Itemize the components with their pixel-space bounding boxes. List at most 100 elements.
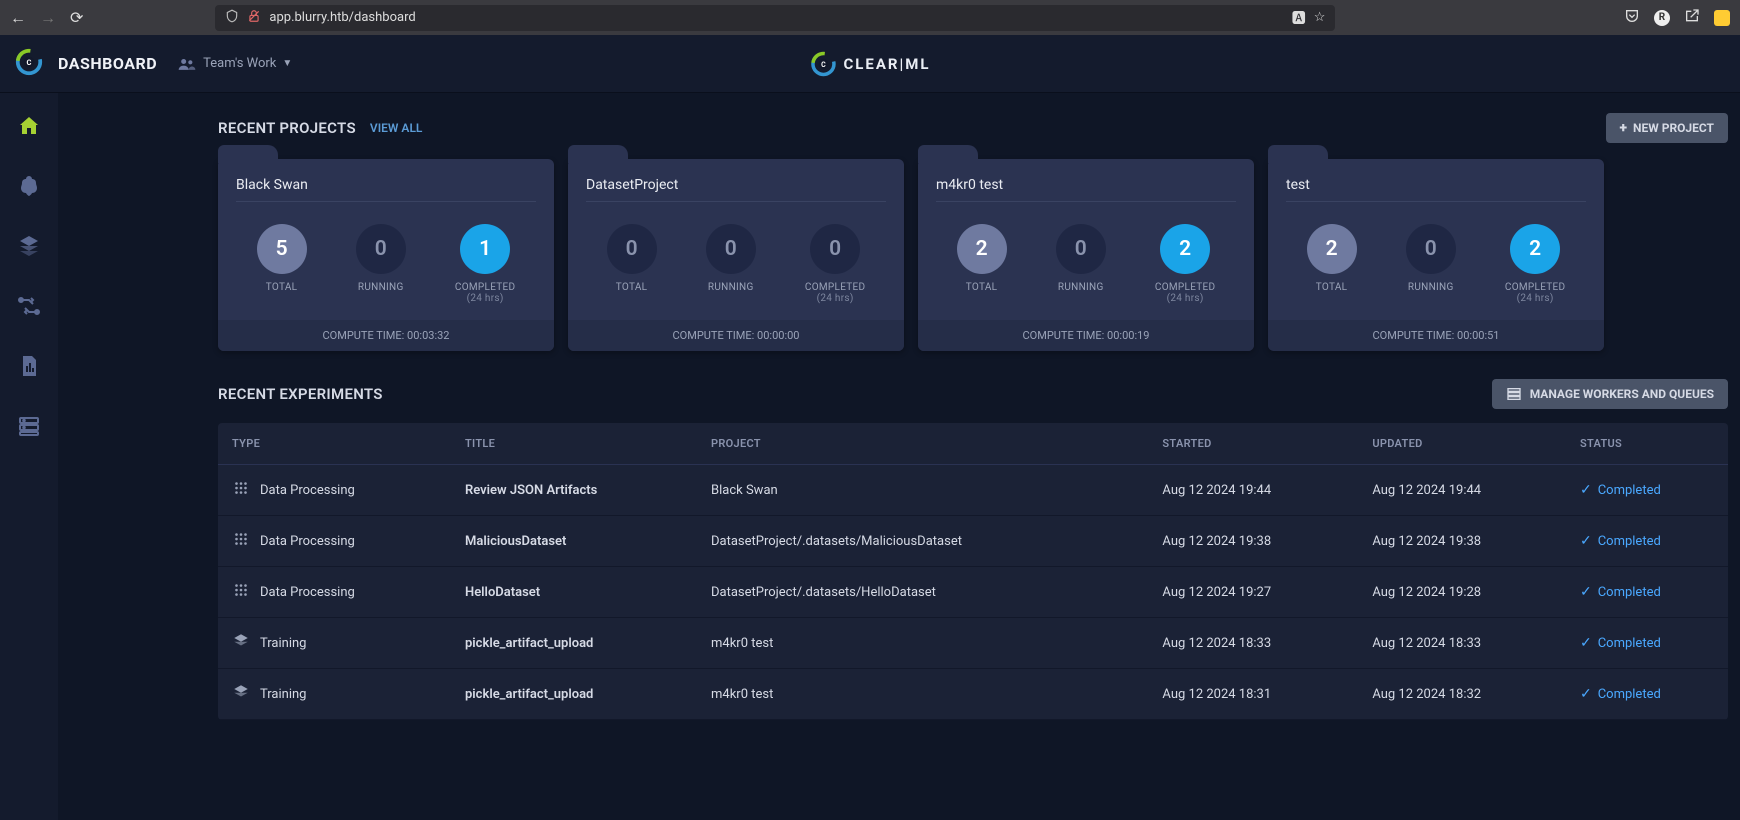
table-row[interactable]: Data Processing Review JSON Artifacts Bl… [218, 465, 1728, 516]
project-running-count: 0 [356, 224, 406, 274]
project-running-count: 0 [706, 224, 756, 274]
project-total-count: 0 [607, 224, 657, 274]
col-title[interactable]: TITLE [455, 423, 701, 465]
table-row[interactable]: Training pickle_artifact_upload m4kr0 te… [218, 669, 1728, 720]
col-type[interactable]: TYPE [218, 423, 455, 465]
workspace-switcher[interactable]: Team's Work ▼ [177, 56, 292, 71]
app-topbar: C DASHBOARD Team's Work ▼ C CLEAR|ML [0, 35, 1740, 93]
check-icon: ✓ [1580, 482, 1592, 498]
project-completed-count: 1 [460, 224, 510, 274]
experiment-project: m4kr0 test [701, 618, 1152, 669]
col-status[interactable]: STATUS [1570, 423, 1728, 465]
project-total-label: TOTAL [616, 282, 648, 293]
project-total-count: 5 [257, 224, 307, 274]
project-running-label: RUNNING [708, 282, 754, 293]
col-project[interactable]: PROJECT [701, 423, 1152, 465]
col-started[interactable]: STARTED [1152, 423, 1362, 465]
view-all-projects-link[interactable]: VIEW ALL [370, 121, 423, 135]
experiment-title: HelloDataset [455, 567, 701, 618]
project-compute-time: COMPUTE TIME: 00:00:00 [568, 320, 904, 351]
check-icon: ✓ [1580, 533, 1592, 549]
project-running-label: RUNNING [1058, 282, 1104, 293]
sidebar [0, 93, 58, 820]
new-project-button[interactable]: + NEW PROJECT [1606, 113, 1728, 143]
experiment-status: Completed [1598, 483, 1661, 498]
clearml-logo-icon[interactable]: C [14, 47, 44, 81]
experiment-updated: Aug 12 2024 18:32 [1362, 669, 1570, 720]
experiment-title: pickle_artifact_upload [455, 669, 701, 720]
project-card[interactable]: m4kr0 test 2 TOTAL 0 RUNNING 2 COMPLETED… [918, 159, 1254, 351]
project-card[interactable]: Black Swan 5 TOTAL 0 RUNNING 1 COMPLETED… [218, 159, 554, 351]
translate-icon[interactable]: 🅰 [1292, 8, 1306, 28]
data-processing-icon [232, 581, 250, 603]
sidebar-item-home[interactable] [16, 113, 42, 139]
pocket-icon[interactable] [1624, 8, 1640, 28]
sidebar-item-workers[interactable] [16, 413, 42, 439]
sidebar-item-datasets[interactable] [16, 233, 42, 259]
manage-workers-label: MANAGE WORKERS AND QUEUES [1530, 387, 1714, 401]
svg-text:C: C [821, 60, 826, 68]
project-name: test [1286, 177, 1586, 202]
check-icon: ✓ [1580, 686, 1592, 702]
back-button[interactable]: ← [10, 8, 26, 28]
sidebar-item-models[interactable] [16, 173, 42, 199]
experiment-started: Aug 12 2024 19:27 [1152, 567, 1362, 618]
url-bar[interactable]: app.blurry.htb/dashboard 🅰 ☆ [215, 5, 1335, 31]
project-running-label: RUNNING [1408, 282, 1454, 293]
extension-bee-icon[interactable] [1714, 10, 1730, 26]
experiment-status: Completed [1598, 687, 1661, 702]
project-completed-label: COMPLETED(24 hrs) [805, 282, 866, 304]
check-icon: ✓ [1580, 635, 1592, 651]
sidebar-item-reports[interactable] [16, 353, 42, 379]
experiment-title: pickle_artifact_upload [455, 618, 701, 669]
project-total-label: TOTAL [1316, 282, 1348, 293]
table-row[interactable]: Data Processing HelloDataset DatasetProj… [218, 567, 1728, 618]
experiment-project: m4kr0 test [701, 669, 1152, 720]
project-completed-count: 2 [1160, 224, 1210, 274]
project-name: DatasetProject [586, 177, 886, 202]
project-name: Black Swan [236, 177, 536, 202]
experiment-status: Completed [1598, 636, 1661, 651]
extensions-icon[interactable] [1684, 8, 1700, 28]
lock-warning-icon [247, 9, 261, 27]
experiment-type: Data Processing [260, 585, 355, 600]
project-completed-label: COMPLETED(24 hrs) [1505, 282, 1566, 304]
new-project-label: NEW PROJECT [1633, 121, 1714, 135]
experiment-project: DatasetProject/.datasets/MaliciousDatase… [701, 516, 1152, 567]
project-completed-label: COMPLETED(24 hrs) [1155, 282, 1216, 304]
project-completed-count: 2 [1510, 224, 1560, 274]
manage-workers-button[interactable]: MANAGE WORKERS AND QUEUES [1492, 379, 1728, 409]
account-icon[interactable]: R [1654, 10, 1670, 26]
project-card[interactable]: test 2 TOTAL 0 RUNNING 2 COMPLETED(24 hr… [1268, 159, 1604, 351]
project-completed-label: COMPLETED(24 hrs) [455, 282, 516, 304]
training-icon [232, 632, 250, 654]
forward-button[interactable]: → [40, 8, 56, 28]
project-total-count: 2 [1307, 224, 1357, 274]
experiment-type: Training [260, 687, 306, 702]
experiment-status: Completed [1598, 585, 1661, 600]
queue-icon [1506, 386, 1522, 402]
experiment-updated: Aug 12 2024 19:38 [1362, 516, 1570, 567]
team-icon [177, 57, 197, 71]
project-total-count: 2 [957, 224, 1007, 274]
col-updated[interactable]: UPDATED [1362, 423, 1570, 465]
reload-button[interactable]: ⟳ [70, 8, 83, 27]
project-compute-time: COMPUTE TIME: 00:03:32 [218, 320, 554, 351]
experiment-started: Aug 12 2024 18:31 [1152, 669, 1362, 720]
table-row[interactable]: Training pickle_artifact_upload m4kr0 te… [218, 618, 1728, 669]
brand-logo[interactable]: C CLEAR|ML [809, 50, 930, 78]
sidebar-item-pipelines[interactable] [16, 293, 42, 319]
shield-icon [225, 9, 239, 27]
plus-icon: + [1620, 120, 1627, 136]
project-running-count: 0 [1406, 224, 1456, 274]
project-total-label: TOTAL [266, 282, 298, 293]
training-icon [232, 683, 250, 705]
project-compute-time: COMPUTE TIME: 00:00:51 [1268, 320, 1604, 351]
table-row[interactable]: Data Processing MaliciousDataset Dataset… [218, 516, 1728, 567]
bookmark-icon[interactable]: ☆ [1314, 10, 1326, 25]
experiment-project: Black Swan [701, 465, 1152, 516]
experiments-table: TYPE TITLE PROJECT STARTED UPDATED STATU… [218, 423, 1728, 720]
project-compute-time: COMPUTE TIME: 00:00:19 [918, 320, 1254, 351]
workspace-label: Team's Work [203, 56, 276, 71]
project-card[interactable]: DatasetProject 0 TOTAL 0 RUNNING 0 COMPL… [568, 159, 904, 351]
